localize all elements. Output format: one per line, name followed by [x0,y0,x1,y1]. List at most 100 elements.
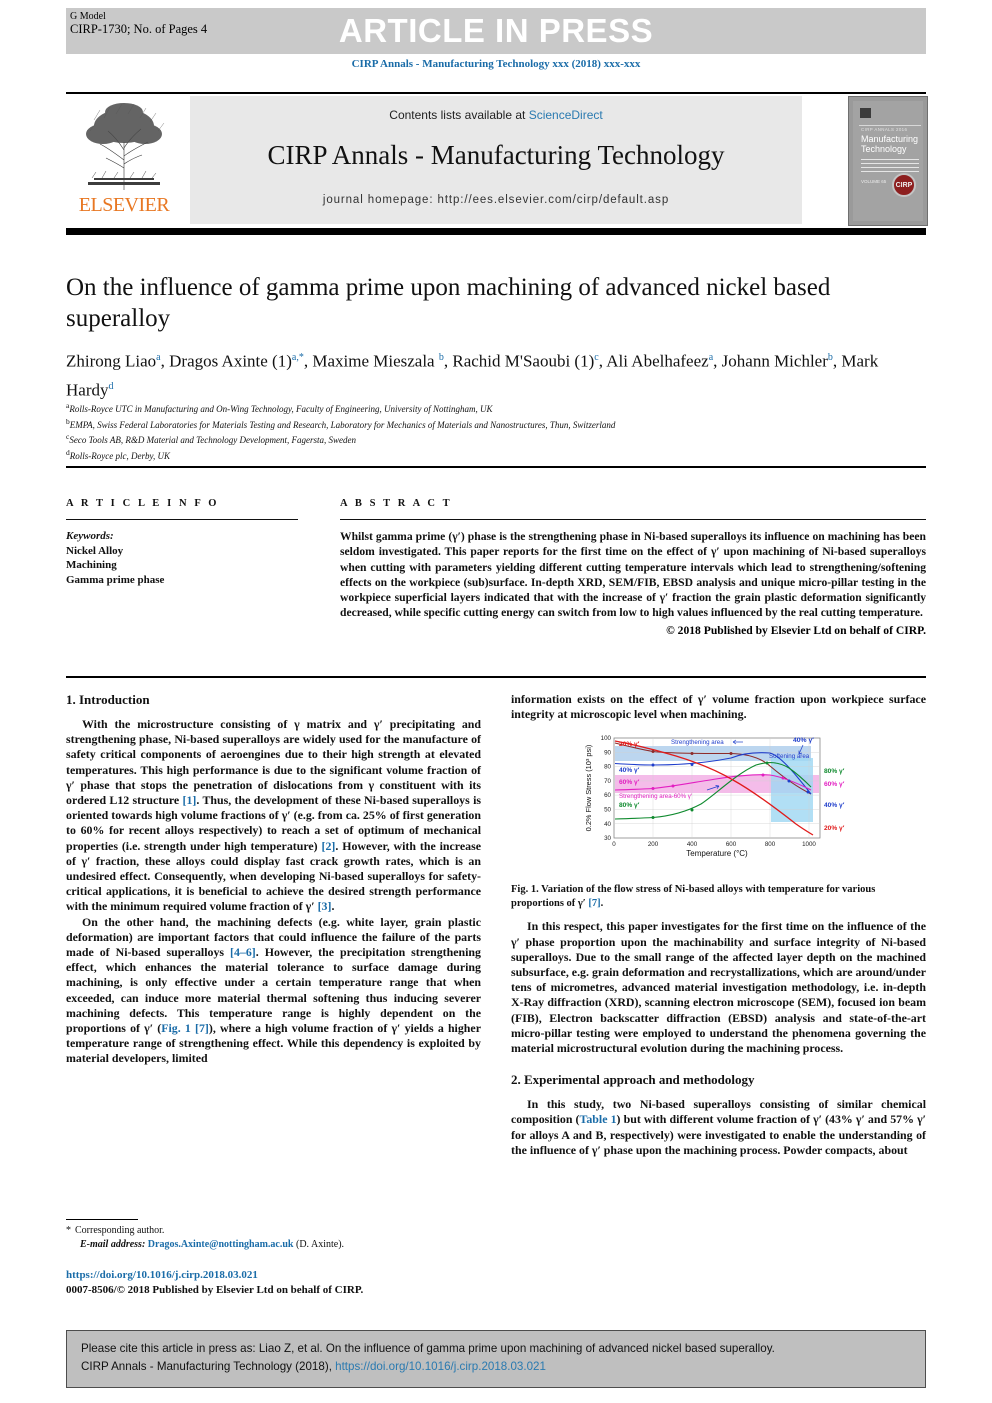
intro-paragraph-1: With the microstructure consisting of γ … [66,717,481,915]
masthead-top-rule [66,92,926,94]
svg-text:100: 100 [601,736,612,743]
intro-p1-d: . [331,899,335,914]
cover-volume-label: VOLUME 65 [861,179,887,184]
article-info-heading: A R T I C L E I N F O [66,498,220,509]
right-column: information exists on the effect of γ′ v… [511,692,926,1158]
cover-series-label: CIRP ANNALS 2016 [861,127,908,132]
figure-1-caption-end: . [600,897,604,909]
cite-this-article-box: Please cite this article in press as: Li… [66,1330,926,1388]
doi-link[interactable]: https://doi.org/10.1016/j.cirp.2018.03.0… [66,1268,496,1283]
svg-text:60: 60 [604,793,611,800]
intro-paragraph-2: On the other hand, the machining defects… [66,915,481,1067]
chart-label-80: 80% γ′ [619,802,640,809]
chart-annotation-strengthening-60: Strengthening area-60% γ′ [619,793,693,800]
citation-ref-4-6[interactable]: [4–6] [230,945,256,959]
article-id-label: CIRP-1730; No. of Pages 4 [70,22,208,36]
cirp-logo-icon: CIRP [892,173,916,197]
chart-right-label-20: 20% γ′ [824,825,845,832]
contents-prefix: Contents lists available at [389,108,529,122]
flow-stress-chart: 100 90 80 70 60 50 40 30 0 200 400 600 8… [584,736,845,859]
affiliation-item: aRolls-Royce UTC in Manufacturing and On… [66,401,493,414]
affiliation-marker: d [66,447,70,457]
corresponding-author-text: Corresponding author. [75,1225,165,1236]
page-title: On the influence of gamma prime upon mac… [66,274,831,332]
abstract-heading: A B S T R A C T [340,498,453,509]
abstract-bottom-rule [66,676,926,678]
keyword-item: Machining [66,559,117,571]
cover-title: Manufacturing Technology [861,134,927,154]
figure-1-caption: Fig. 1. Variation of the flow stress of … [511,883,926,910]
elsevier-wordmark: ELSEVIER [78,194,170,216]
cite-line-1: Please cite this article in press as: Li… [81,1342,775,1355]
keywords-block: Keywords: Nickel Alloy Machining Gamma p… [66,529,306,587]
table-1-reference[interactable]: Table 1 [580,1112,617,1126]
email-suffix: (D. Axinte). [295,1239,345,1250]
figure-1-label: Fig. 1. [511,884,542,896]
figure-1-caption-text: Variation of the flow stress of Ni-based… [511,884,876,909]
chart-label-60: 60% γ′ [619,779,640,786]
svg-text:80: 80 [604,764,611,771]
chart-label-40: 40% γ′ [619,767,640,774]
citation-ref-2[interactable]: [2] [322,839,336,853]
journal-homepage: journal homepage: http://ees.elsevier.co… [322,194,670,206]
chart-annotation-strengthening: Strengthening area [671,739,724,746]
figure-1: 100 90 80 70 60 50 40 30 0 200 400 600 8… [511,732,926,910]
abstract-copyright: © 2018 Published by Elsevier Ltd on beha… [666,623,926,637]
svg-text:400: 400 [687,841,698,848]
footnote-block: * Corresponding author. E-mail address: D… [66,1224,481,1252]
masthead-panel: Contents lists available at ScienceDirec… [190,96,802,224]
section-heading-introduction: 1. Introduction [66,692,150,707]
cite-line-2-prefix: CIRP Annals - Manufacturing Technology (… [81,1360,336,1373]
cover-mark-icon [860,108,871,118]
chart-right-labels: 80% γ′ 60% γ′ 40% γ′ 20% γ′ [824,768,845,832]
figure-1-citation[interactable]: [7] [588,898,600,909]
corresponding-author-note: * Corresponding author. [66,1224,481,1238]
g-model-block: G Model CIRP-1730; No. of Pages 4 [70,10,207,36]
cover-title-line1: Manufacturing [861,134,919,144]
asterisk-icon: * [66,1225,71,1236]
affiliation-list: aRolls-Royce UTC in Manufacturing and On… [66,400,926,462]
chart-annotation-40-arrow: 40% γ′ [793,737,814,744]
affiliation-marker: a [66,401,70,410]
journal-title: CIRP Annals - Manufacturing Technology [267,140,725,170]
issn-line: 0007-8506/© 2018 Published by Elsevier L… [66,1284,364,1296]
citation-ref-1[interactable]: [1] [183,793,197,807]
figure-1-reference[interactable]: Fig. 1 [7] [161,1021,209,1035]
svg-text:70: 70 [604,778,611,785]
email-note: E-mail address: Dragos.Axinte@nottingham… [66,1238,481,1252]
abstract-rule [340,519,926,520]
affiliation-item: dRolls-Royce plc, Derby, UK [66,447,170,461]
svg-text:90: 90 [604,750,611,757]
chart-label-20: 20% γ′ [619,741,640,748]
cover-inner: CIRP ANNALS 2016 Manufacturing Technolog… [853,101,923,221]
chart-y-ticks: 100 90 80 70 60 50 40 30 [601,736,612,843]
affiliation-marker: b [66,416,70,426]
affiliation-item: cSeco Tools AB, R&D Material and Technol… [66,432,356,445]
email-link[interactable]: Dragos.Axinte@nottingham.ac.uk [148,1239,294,1250]
right-column-continuation: information exists on the effect of γ′ v… [511,692,926,722]
cite-doi-link[interactable]: https://doi.org/10.1016/j.cirp.2018.03.0… [335,1360,546,1373]
cover-title-line2: Technology [861,144,907,154]
affiliation-marker: c [66,432,70,441]
doi-block: https://doi.org/10.1016/j.cirp.2018.03.0… [66,1268,496,1298]
svg-text:30: 30 [604,835,611,842]
author-list: Zhirong Liaoa, Dragos Axinte (1)a,*, Max… [66,351,879,400]
sciencedirect-link[interactable]: ScienceDirect [529,108,603,122]
citation-ref-3[interactable]: [3] [318,899,332,913]
section-heading-experimental: 2. Experimental approach and methodology [511,1072,755,1088]
cover-divider [859,125,921,126]
keyword-item: Gamma prime phase [66,573,165,586]
email-label: E-mail address: [80,1239,146,1250]
contents-available-line: Contents lists available at ScienceDirec… [190,108,802,122]
paper-page: ARTICLE IN PRESS G Model CIRP-1730; No. … [0,0,992,1403]
svg-text:600: 600 [726,841,737,848]
respect-paragraph: In this respect, this paper investigates… [511,919,926,1056]
svg-text:200: 200 [648,841,659,848]
svg-text:50: 50 [604,807,611,814]
chart-right-label-60: 60% γ′ [824,781,845,788]
svg-text:1000: 1000 [802,841,816,848]
journal-reference: CIRP Annals - Manufacturing Technology x… [351,58,641,70]
chart-x-ticks: 0 200 400 600 800 1000 [612,841,816,848]
chart-xlabel: Temperature (°C) [686,849,748,858]
affiliation-item: bEMPA, Swiss Federal Laboratories for Ma… [66,416,616,430]
